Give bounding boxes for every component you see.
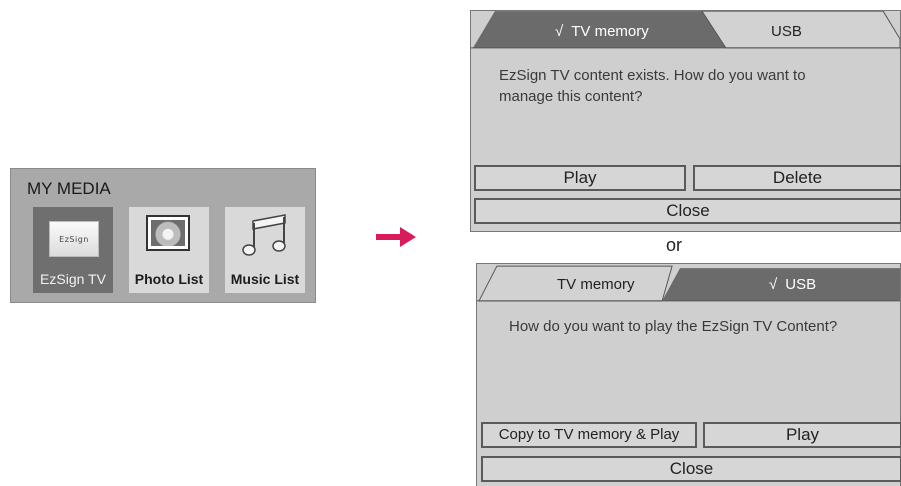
ezsign-tv-memory-dialog: √ TV memory USB EzSign TV content exists.… xyxy=(470,10,901,232)
check-mark-icon: √ xyxy=(769,276,778,293)
tab-usb[interactable]: USB xyxy=(771,23,802,40)
play-button[interactable]: Play xyxy=(703,422,901,448)
photo-icon xyxy=(146,215,190,251)
play-button[interactable]: Play xyxy=(474,165,686,191)
tab-bar xyxy=(477,264,900,302)
tab-usb[interactable]: √ USB xyxy=(769,276,816,293)
tab-bar xyxy=(471,11,900,49)
ezsign-usb-dialog: TV memory √ USB How do you want to play t… xyxy=(476,263,901,486)
dialog-message: EzSign TV content exists. How do you wan… xyxy=(499,67,806,105)
media-item-label: EzSign TV xyxy=(40,271,106,287)
media-item-label: Music List xyxy=(230,271,300,287)
media-item-ezsign-tv[interactable]: EzSign EzSign TV xyxy=(33,207,113,293)
ezsign-icon: EzSign xyxy=(49,221,99,257)
media-item-photo-list[interactable]: Photo List xyxy=(129,207,209,293)
right-arrow-icon xyxy=(376,227,416,247)
tab-tv-memory[interactable]: √ TV memory xyxy=(555,23,649,40)
music-note-icon xyxy=(242,214,286,256)
media-item-label: Photo List xyxy=(134,271,204,287)
media-item-music-list[interactable]: Music List xyxy=(225,207,305,293)
my-media-title: MY MEDIA xyxy=(27,179,111,198)
close-button[interactable]: Close xyxy=(481,456,901,482)
close-button[interactable]: Close xyxy=(474,198,901,224)
or-label: or xyxy=(666,235,683,255)
dialog-message: How do you want to play the EzSign TV Co… xyxy=(509,318,838,335)
tab-tv-memory[interactable]: TV memory xyxy=(557,276,635,293)
copy-to-tv-memory-play-button[interactable]: Copy to TV memory & Play xyxy=(481,422,697,448)
delete-button[interactable]: Delete xyxy=(693,165,901,191)
check-mark-icon: √ xyxy=(555,23,564,40)
my-media-panel: MY MEDIA EzSign EzSign TV Photo List Mus… xyxy=(10,168,316,303)
